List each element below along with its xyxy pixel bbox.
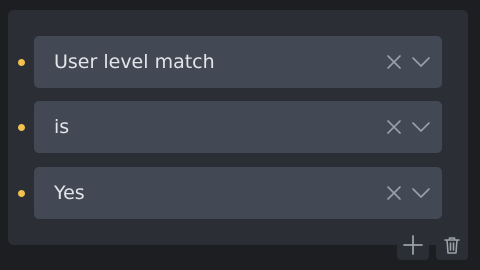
- trash-icon: [444, 237, 460, 254]
- condition-row: User level match: [8, 36, 468, 88]
- chevron-down-icon[interactable]: [412, 186, 430, 200]
- operator-select[interactable]: is: [34, 101, 442, 153]
- app-canvas: User level match is Yes: [0, 0, 480, 270]
- clear-icon[interactable]: [386, 185, 402, 201]
- chevron-down-icon[interactable]: [412, 55, 430, 69]
- condition-row: is: [8, 101, 468, 153]
- delete-condition-button[interactable]: [436, 230, 468, 260]
- clear-icon[interactable]: [386, 54, 402, 70]
- bullet-dot-icon: [18, 124, 25, 131]
- condition-row: Yes: [8, 167, 468, 219]
- plus-icon: [403, 235, 423, 255]
- select-value: User level match: [54, 51, 215, 73]
- condition-panel: User level match is Yes: [8, 10, 468, 245]
- value-select[interactable]: Yes: [34, 167, 442, 219]
- clear-icon[interactable]: [386, 119, 402, 135]
- field-select[interactable]: User level match: [34, 36, 442, 88]
- add-condition-button[interactable]: [397, 230, 429, 260]
- select-value: is: [54, 116, 70, 138]
- bullet-dot-icon: [18, 59, 25, 66]
- chevron-down-icon[interactable]: [412, 120, 430, 134]
- bullet-dot-icon: [18, 190, 25, 197]
- select-value: Yes: [54, 182, 85, 204]
